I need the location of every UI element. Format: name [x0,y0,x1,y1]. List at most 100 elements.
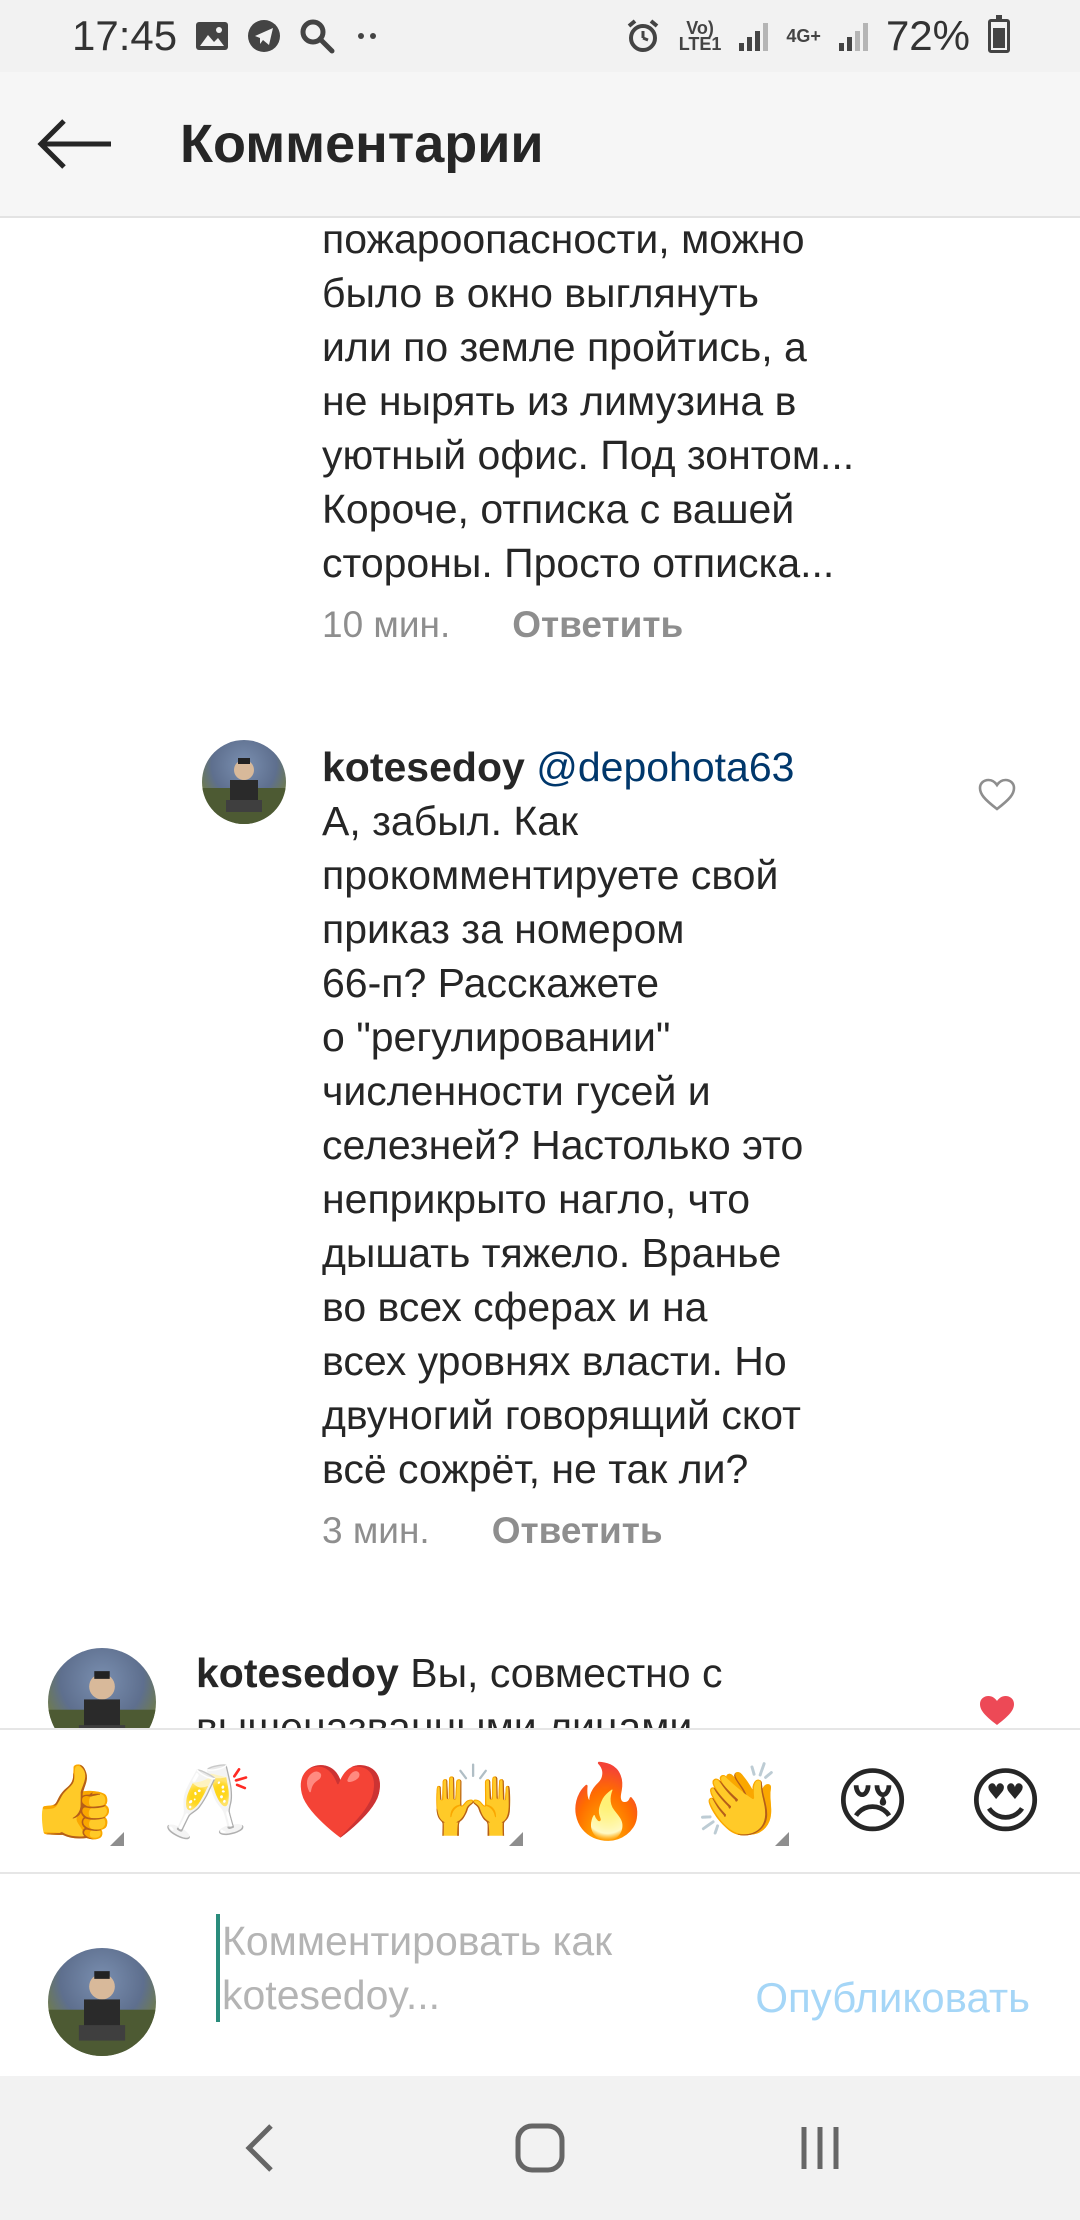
emoji-glyph: 😢 [834,1762,911,1842]
variants-indicator-icon [109,1832,124,1846]
comment-line: стороны. Просто отписка... [322,540,835,586]
crying-face-emoji[interactable]: 😢 [818,1746,928,1856]
nav-home-button[interactable] [480,2098,600,2198]
comment-line: не нырять из лимузина в [322,378,797,424]
status-bar: 17:45 Vo) LTE1 4G+ 72% [0,0,1080,72]
avatar-image [48,1671,156,1728]
alarm-icon [625,18,661,54]
comment-line: было в окно выглянуть [322,270,759,316]
comment-line: Короче, отписка с вашей [322,486,795,532]
status-left: 17:45 [72,12,383,60]
comment-line: численности гусей и [322,1068,711,1114]
emoji-glyph: 👏 [694,1761,785,1842]
avatar-image [202,758,286,824]
emoji-glyph: 🥂 [162,1761,253,1842]
clinking-glasses-emoji[interactable]: 🥂 [153,1746,263,1856]
emoji-glyph: 🔥 [561,1761,652,1842]
liked-heart-icon[interactable] [978,1694,1016,1728]
comment-line: во всех сферах и на [322,1284,708,1330]
comment-input-placeholder: Комментировать как [222,1918,613,1964]
variants-indicator-icon [774,1832,789,1846]
volte-label-bottom: LTE1 [678,34,722,54]
comment-line: всех уровнях власти. Но [322,1338,787,1384]
comment-username[interactable]: kotesedoy [196,1650,399,1696]
battery-icon [988,15,1010,53]
screen: 17:45 Vo) LTE1 4G+ 72% Комментарии пожар… [0,0,1080,2220]
raising-hands-emoji[interactable]: 🙌 [419,1746,529,1856]
home-nav-icon [515,2123,565,2173]
comment-text: kotesedoy Вы, совместно с вышеназванными… [196,1646,956,1728]
comments-list: пожароопасности, можно было в окно выгля… [0,220,1080,1728]
clapping-hands-emoji[interactable]: 👏 [685,1746,795,1856]
like-heart-icon[interactable] [978,778,1016,812]
more-dots-icon [353,31,383,41]
telegram-icon [247,19,281,53]
comment-line: уютный офис. Под зонтом... [322,432,855,478]
battery-percent: 72% [885,12,970,59]
comment-line: прокомментируете свой [322,852,779,898]
fire-emoji[interactable]: 🔥 [552,1746,662,1856]
avatar[interactable] [202,740,286,824]
back-nav-icon [245,2124,273,2172]
thumbs-up-emoji[interactable]: 👍 [20,1746,130,1856]
comment-line: или по земле пройтись, а [322,324,807,370]
emoji-glyph: ❤️ [295,1761,386,1842]
variants-indicator-icon [508,1832,523,1846]
comment-meta: 3 мин. Ответить [322,1510,962,1552]
status-time: 17:45 [72,12,178,59]
comment-header-line: kotesedoy @depohota63 [322,740,962,794]
comment-line: пожароопасности, можно [322,220,805,262]
search-icon [299,18,335,54]
comment-input[interactable]: Комментировать как kotesedoy... [216,1914,696,2022]
emoji-glyph: 🙌 [428,1761,519,1842]
recents-nav-icon [801,2127,839,2169]
comment-username[interactable]: kotesedoy [322,744,525,790]
reply-button[interactable]: Ответить [492,1510,663,1552]
red-heart-emoji[interactable]: ❤️ [286,1746,396,1856]
comment-line: дышать тяжело. Вранье [322,1230,782,1276]
comment-line: 66-п? Расскажете [322,960,660,1006]
emoji-glyph: 👍 [29,1761,120,1842]
network-type-label: 4G+ [786,26,821,46]
avatar-image [48,1971,156,2056]
comment-line: двуногий говорящий скот [322,1392,801,1438]
nav-recents-button[interactable] [760,2098,880,2198]
reply-button[interactable]: Ответить [512,604,683,646]
volte-indicator: Vo) LTE1 [678,19,722,54]
status-right: Vo) LTE1 4G+ 72% [625,12,1010,60]
comment-line: Вы, совместно с [410,1650,723,1696]
avatar[interactable] [48,1648,156,1728]
emoji-glyph: 😍 [967,1762,1044,1842]
heart-eyes-emoji[interactable]: 😍 [951,1746,1061,1856]
comment-time: 10 мин. [322,604,451,645]
comment-line: о "регулировании" [322,1014,671,1060]
system-nav-bar [0,2076,1080,2220]
comment-line: А, забыл. Как [322,798,579,844]
comment-mention[interactable]: @depohota63 [536,744,794,790]
back-button[interactable] [0,71,150,217]
comment-item: пожароопасности, можно было в окно выгля… [322,220,1042,646]
comment-line: селезней? Настолько это [322,1122,804,1168]
app-header: Комментарии [0,72,1080,218]
comment-item: kotesedoy @depohota63 А, забыл. Как прок… [322,740,962,1552]
signal-icon-2 [838,21,868,51]
page-title: Комментарии [180,114,544,174]
comment-line: всё сожрёт, не так ли? [322,1446,749,1492]
comment-header-line: kotesedoy Вы, совместно с [196,1646,956,1700]
current-user-avatar [48,1948,156,2056]
quick-emoji-bar: 👍 🥂 ❤️ 🙌 🔥 👏 😢 😍 [0,1728,1080,1874]
comment-meta: 10 мин. Ответить [322,604,1042,646]
comment-item: kotesedoy Вы, совместно с вышеназванными… [196,1646,956,1728]
comment-text: kotesedoy @depohota63 А, забыл. Как прок… [322,740,962,1496]
comment-time: 3 мин. [322,1510,430,1551]
publish-button[interactable]: Опубликовать [755,1974,1030,2022]
comment-input-placeholder: kotesedoy... [222,1972,441,2018]
comment-composer: Комментировать как kotesedoy... Опублико… [0,1874,1080,2076]
nav-back-button[interactable] [200,2098,320,2198]
comment-line: вышеназванными лицами [196,1704,693,1728]
comment-line: неприкрыто нагло, что [322,1176,751,1222]
comment-line: приказ за номером [322,906,685,952]
back-arrow-icon [37,119,111,169]
signal-icon [739,21,769,51]
image-icon [195,21,229,51]
